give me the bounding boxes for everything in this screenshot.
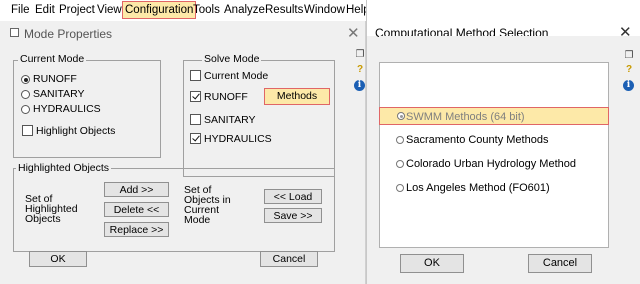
option-label: Los Angeles Method (FO601) xyxy=(406,182,550,194)
option-radio[interactable] xyxy=(397,112,405,120)
current-mode-group-label: Current Mode xyxy=(18,53,87,65)
load-button[interactable]: << Load xyxy=(264,189,322,204)
mode-properties-dialog: Mode Properties ✕ Current Mode RUNOFF SA… xyxy=(0,21,366,284)
solve-current-mode-label: Current Mode xyxy=(204,70,269,82)
option-label: SWMM Methods (64 bit) xyxy=(406,111,525,123)
solve-hydraulics-label: HYDRAULICS xyxy=(204,133,272,145)
radio-hydraulics[interactable] xyxy=(21,105,30,114)
menu-tools[interactable]: Tools xyxy=(193,3,220,17)
option-radio[interactable] xyxy=(396,136,404,144)
solve-current-mode-checkbox[interactable] xyxy=(190,70,201,81)
highlighted-objects-group-label: Highlighted Objects xyxy=(16,162,112,174)
copy-icon[interactable]: ❐ xyxy=(353,48,367,62)
radio-sanitary-label: SANITARY xyxy=(33,88,85,100)
menu-view[interactable]: View xyxy=(97,3,122,17)
help-icon[interactable]: ? xyxy=(353,63,367,77)
delete-button[interactable]: Delete << xyxy=(104,202,169,217)
cancel-button[interactable]: Cancel xyxy=(528,254,592,273)
option-radio[interactable] xyxy=(396,160,404,168)
menu-results[interactable]: Results xyxy=(265,3,303,17)
radio-hydraulics-label: HYDRAULICS xyxy=(33,103,101,115)
option-label: Sacramento County Methods xyxy=(406,134,549,146)
menu-bar: File Edit Project View Configuration Too… xyxy=(0,0,370,21)
options-panel-header xyxy=(379,36,609,62)
add-button[interactable]: Add >> xyxy=(104,182,169,197)
radio-runoff-label: RUNOFF xyxy=(33,73,77,85)
copy-icon[interactable]: ❐ xyxy=(622,49,636,63)
option-los-angeles[interactable]: Los Angeles Method (FO601) xyxy=(380,179,608,197)
solve-sanitary-label: SANITARY xyxy=(204,114,256,126)
save-button[interactable]: Save >> xyxy=(264,208,322,223)
help-icon[interactable]: ? xyxy=(622,63,636,77)
radio-sanitary[interactable] xyxy=(21,90,30,99)
radio-runoff[interactable] xyxy=(21,75,30,84)
set-current-mode-label: Set of Objects in Current Mode xyxy=(184,184,231,226)
solve-sanitary-checkbox[interactable] xyxy=(190,114,201,125)
highlight-objects-checkbox[interactable] xyxy=(22,125,33,136)
methods-button[interactable]: Methods xyxy=(264,88,330,105)
option-radio[interactable] xyxy=(396,184,404,192)
replace-button[interactable]: Replace >> xyxy=(104,222,169,237)
option-colorado[interactable]: Colorado Urban Hydrology Method xyxy=(380,155,608,173)
highlight-objects-label: Highlight Objects xyxy=(36,125,116,137)
solve-runoff-checkbox[interactable] xyxy=(190,91,201,102)
menu-window[interactable]: Window xyxy=(304,3,345,17)
menu-edit[interactable]: Edit xyxy=(35,3,55,17)
close-icon[interactable]: ✕ xyxy=(619,23,632,41)
menu-project[interactable]: Project xyxy=(59,3,95,17)
set-highlighted-label: Set of Highlighted Objects xyxy=(25,193,78,225)
option-label: Colorado Urban Hydrology Method xyxy=(406,158,576,170)
info-icon[interactable]: i xyxy=(354,80,365,91)
solve-hydraulics-checkbox[interactable] xyxy=(190,133,201,144)
solve-mode-group-label: Solve Mode xyxy=(202,53,262,65)
computational-method-dialog: Computational Method Selection ✕ SWMM Me… xyxy=(366,0,640,284)
close-icon[interactable]: ✕ xyxy=(347,24,360,42)
menu-file[interactable]: File xyxy=(11,3,30,17)
ok-button[interactable]: OK xyxy=(29,251,87,267)
solve-runoff-label: RUNOFF xyxy=(204,91,248,103)
option-swmm-methods[interactable]: SWMM Methods (64 bit) xyxy=(379,107,609,125)
dialog-title: Mode Properties xyxy=(24,27,113,41)
cancel-button[interactable]: Cancel xyxy=(260,251,318,267)
dialog-icon xyxy=(10,28,19,37)
right-side-toolbar: ❐ ? i xyxy=(622,49,638,109)
option-sacramento[interactable]: Sacramento County Methods xyxy=(380,131,608,149)
dialog-titlebar: Computational Method Selection ✕ xyxy=(367,0,640,41)
menu-configuration[interactable]: Configuration xyxy=(122,1,197,19)
info-icon[interactable]: i xyxy=(623,80,634,91)
method-options-panel: SWMM Methods (64 bit) Sacramento County … xyxy=(379,62,609,248)
ok-button[interactable]: OK xyxy=(400,254,464,273)
menu-analyze[interactable]: Analyze xyxy=(224,3,265,17)
